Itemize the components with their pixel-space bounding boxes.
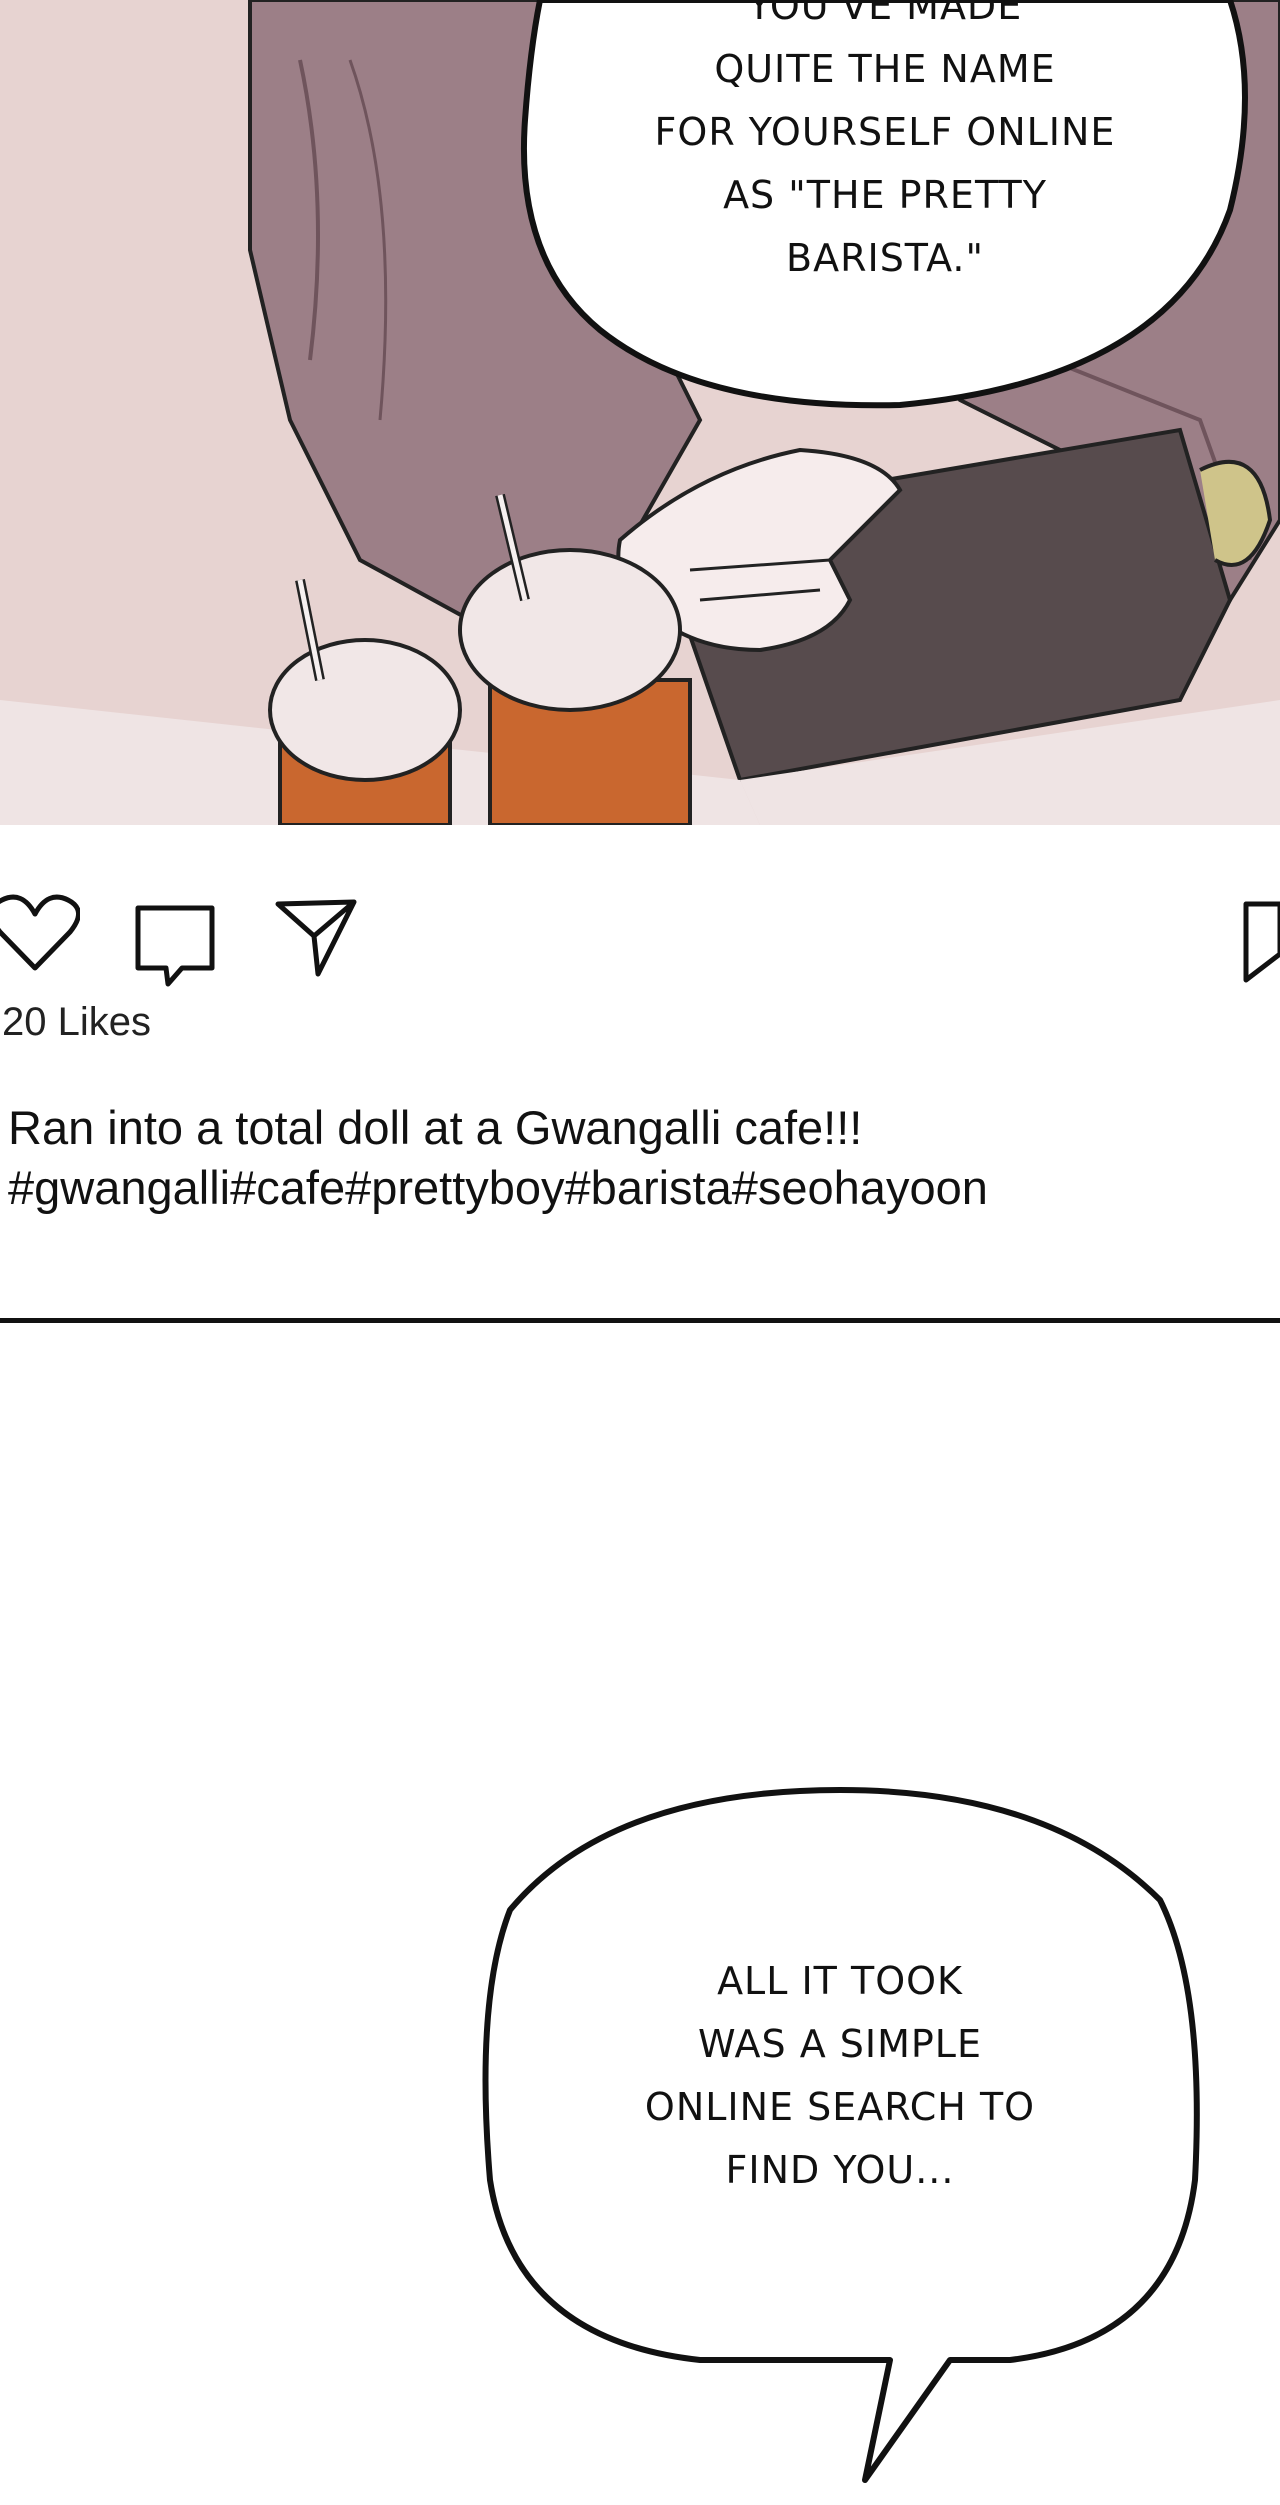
- heart-icon[interactable]: [0, 892, 80, 976]
- speech-bubble-1-line: YOU'VE MADE: [747, 0, 1023, 28]
- speech-bubble-2-text: ALL IT TOOK WAS A SIMPLE ONLINE SEARCH T…: [540, 1950, 1140, 2202]
- speech-bubble-2-line: ONLINE SEARCH TO: [644, 2085, 1036, 2129]
- caption-hashtags: #gwangalli#cafe#prettyboy#barista#seohay…: [8, 1161, 988, 1214]
- divider: [0, 1318, 1280, 1323]
- speech-bubble-1-line: FOR YOURSELF ONLINE: [654, 110, 1116, 154]
- comment-icon[interactable]: [132, 902, 220, 992]
- speech-bubble-1-line: BARISTA.": [786, 236, 984, 280]
- speech-bubble-2-line: FIND YOU...: [725, 2148, 955, 2192]
- like-count: 20 Likes: [2, 1000, 151, 1044]
- post-caption: Ran into a total doll at a Gwangalli caf…: [8, 1098, 1268, 1218]
- speech-bubble-2-line: ALL IT TOOK: [717, 1959, 963, 2003]
- bookmark-icon[interactable]: [1240, 898, 1280, 988]
- speech-bubble-1-line: AS "THE PRETTY: [723, 173, 1047, 217]
- speech-bubble-1-line: QUITE THE NAME: [714, 47, 1056, 91]
- send-icon[interactable]: [274, 894, 360, 980]
- speech-bubble-2: ALL IT TOOK WAS A SIMPLE ONLINE SEARCH T…: [470, 1780, 1210, 2500]
- post-action-bar: [0, 880, 1280, 990]
- speech-bubble-2-line: WAS A SIMPLE: [698, 2022, 982, 2066]
- caption-line: Ran into a total doll at a Gwangalli caf…: [8, 1101, 863, 1154]
- comic-panel: YOU'VE MADE QUITE THE NAME FOR YOURSELF …: [0, 0, 1280, 825]
- speech-bubble-1-text: YOU'VE MADE QUITE THE NAME FOR YOURSELF …: [560, 0, 1210, 290]
